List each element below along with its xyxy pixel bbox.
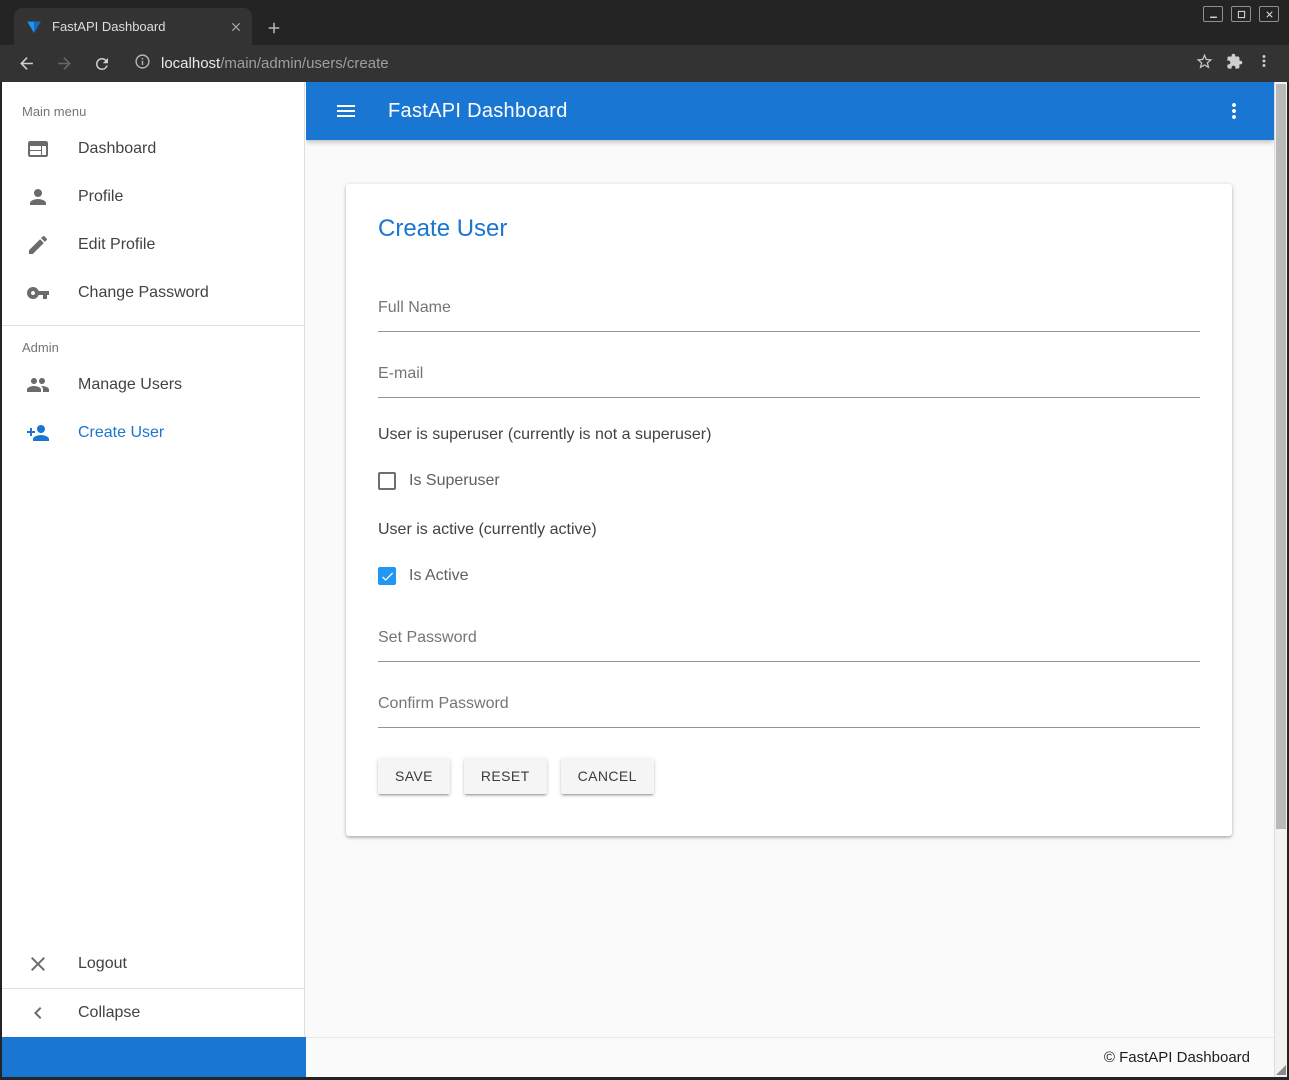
active-hint: User is active (currently active) — [378, 520, 1200, 540]
key-icon — [26, 281, 50, 305]
close-window-button[interactable] — [1259, 6, 1279, 22]
sidebar-caption-admin: Admin — [2, 334, 304, 361]
sidebar-item-label: Create User — [78, 424, 164, 442]
window-controls — [1203, 6, 1279, 22]
url-text: localhost/main/admin/users/create — [161, 55, 389, 72]
chevron-left-icon — [26, 1001, 50, 1025]
tab-close-icon[interactable] — [226, 17, 246, 37]
full-name-label: Full Name — [378, 298, 1200, 318]
sidebar-bottom: Logout Collapse — [2, 940, 304, 1037]
sidebar: Main menu Dashboard Profile Edit Profile — [2, 82, 305, 1037]
vuetify-favicon-icon — [26, 19, 42, 35]
is-active-label: Is Active — [409, 567, 469, 585]
toolbar-right — [1195, 52, 1273, 76]
email-label: E-mail — [378, 364, 1200, 384]
close-icon — [26, 952, 50, 976]
confirm-password-field[interactable]: Confirm Password — [378, 694, 1200, 728]
set-password-label: Set Password — [378, 628, 1200, 648]
minimize-button[interactable] — [1203, 6, 1223, 22]
page-title: Create User — [378, 214, 1200, 244]
checkbox-checked-icon[interactable] — [378, 567, 396, 585]
address-bar[interactable]: localhost/main/admin/users/create — [134, 53, 1195, 75]
forward-icon[interactable] — [48, 48, 80, 80]
set-password-field[interactable]: Set Password — [378, 628, 1200, 662]
url-path: /main/admin/users/create — [220, 55, 388, 72]
form-actions: SAVE RESET CANCEL — [378, 758, 1200, 794]
people-icon — [26, 373, 50, 397]
is-superuser-checkbox[interactable]: Is Superuser — [378, 469, 1200, 493]
page: Main menu Dashboard Profile Edit Profile — [2, 82, 1287, 1077]
main-area: FastAPI Dashboard Create User Full Name … — [306, 82, 1274, 1037]
is-superuser-label: Is Superuser — [409, 472, 500, 490]
sidebar-item-logout[interactable]: Logout — [2, 940, 304, 988]
app-bar: FastAPI Dashboard — [306, 82, 1274, 140]
appbar-kebab-icon[interactable] — [1216, 93, 1252, 129]
pencil-icon — [26, 233, 50, 257]
superuser-hint: User is superuser (currently is not a su… — [378, 425, 1200, 445]
sidebar-item-profile[interactable]: Profile — [2, 173, 304, 221]
reload-icon[interactable] — [86, 48, 118, 80]
create-user-card: Create User Full Name E-mail User is sup… — [346, 184, 1232, 836]
reset-button[interactable]: RESET — [464, 758, 547, 794]
browser-menu-kebab-icon[interactable] — [1255, 52, 1273, 75]
footer-accent-bar — [2, 1037, 306, 1077]
sidebar-item-create-user[interactable]: Create User — [2, 409, 304, 457]
is-active-checkbox[interactable]: Is Active — [378, 564, 1200, 588]
resize-grip[interactable] — [1276, 1065, 1286, 1075]
person-add-icon — [26, 421, 50, 445]
scrollbar[interactable] — [1274, 82, 1287, 1077]
sidebar-item-label: Logout — [78, 955, 127, 973]
sidebar-item-label: Dashboard — [78, 140, 156, 158]
hamburger-menu-icon[interactable] — [328, 93, 364, 129]
copyright-text: © FastAPI Dashboard — [1104, 1049, 1250, 1066]
site-info-icon[interactable] — [134, 53, 151, 75]
sidebar-item-label: Manage Users — [78, 376, 182, 394]
sidebar-item-collapse[interactable]: Collapse — [2, 989, 304, 1037]
sidebar-item-label: Change Password — [78, 284, 209, 302]
content-area: Create User Full Name E-mail User is sup… — [306, 140, 1274, 1037]
sidebar-divider — [2, 325, 304, 326]
email-field[interactable]: E-mail — [378, 364, 1200, 398]
page-footer: © FastAPI Dashboard — [306, 1037, 1274, 1077]
person-icon — [26, 185, 50, 209]
bookmark-star-icon[interactable] — [1195, 52, 1214, 76]
sidebar-item-label: Profile — [78, 188, 123, 206]
browser-window: FastAPI Dashboard — [0, 0, 1289, 1080]
browser-toolbar: localhost/main/admin/users/create — [0, 45, 1289, 82]
save-button[interactable]: SAVE — [378, 758, 450, 794]
dashboard-icon — [26, 137, 50, 161]
maximize-button[interactable] — [1231, 6, 1251, 22]
sidebar-item-label: Edit Profile — [78, 236, 155, 254]
back-icon[interactable] — [10, 48, 42, 80]
confirm-password-label: Confirm Password — [378, 694, 1200, 714]
browser-titlebar: FastAPI Dashboard — [0, 0, 1289, 45]
tab-title: FastAPI Dashboard — [52, 19, 226, 34]
checkbox-unchecked-icon[interactable] — [378, 472, 396, 490]
cancel-button[interactable]: CANCEL — [561, 758, 654, 794]
sidebar-caption-main-menu: Main menu — [2, 82, 304, 125]
browser-tab[interactable]: FastAPI Dashboard — [14, 8, 252, 45]
sidebar-item-label: Collapse — [78, 1004, 140, 1022]
new-tab-button[interactable] — [262, 16, 286, 40]
scrollbar-thumb[interactable] — [1276, 84, 1286, 829]
sidebar-item-dashboard[interactable]: Dashboard — [2, 125, 304, 173]
sidebar-item-change-password[interactable]: Change Password — [2, 269, 304, 317]
extension-icon[interactable] — [1226, 53, 1243, 75]
sidebar-item-edit-profile[interactable]: Edit Profile — [2, 221, 304, 269]
appbar-title: FastAPI Dashboard — [388, 100, 568, 123]
url-host: localhost — [161, 55, 220, 72]
full-name-field[interactable]: Full Name — [378, 298, 1200, 332]
sidebar-item-manage-users[interactable]: Manage Users — [2, 361, 304, 409]
